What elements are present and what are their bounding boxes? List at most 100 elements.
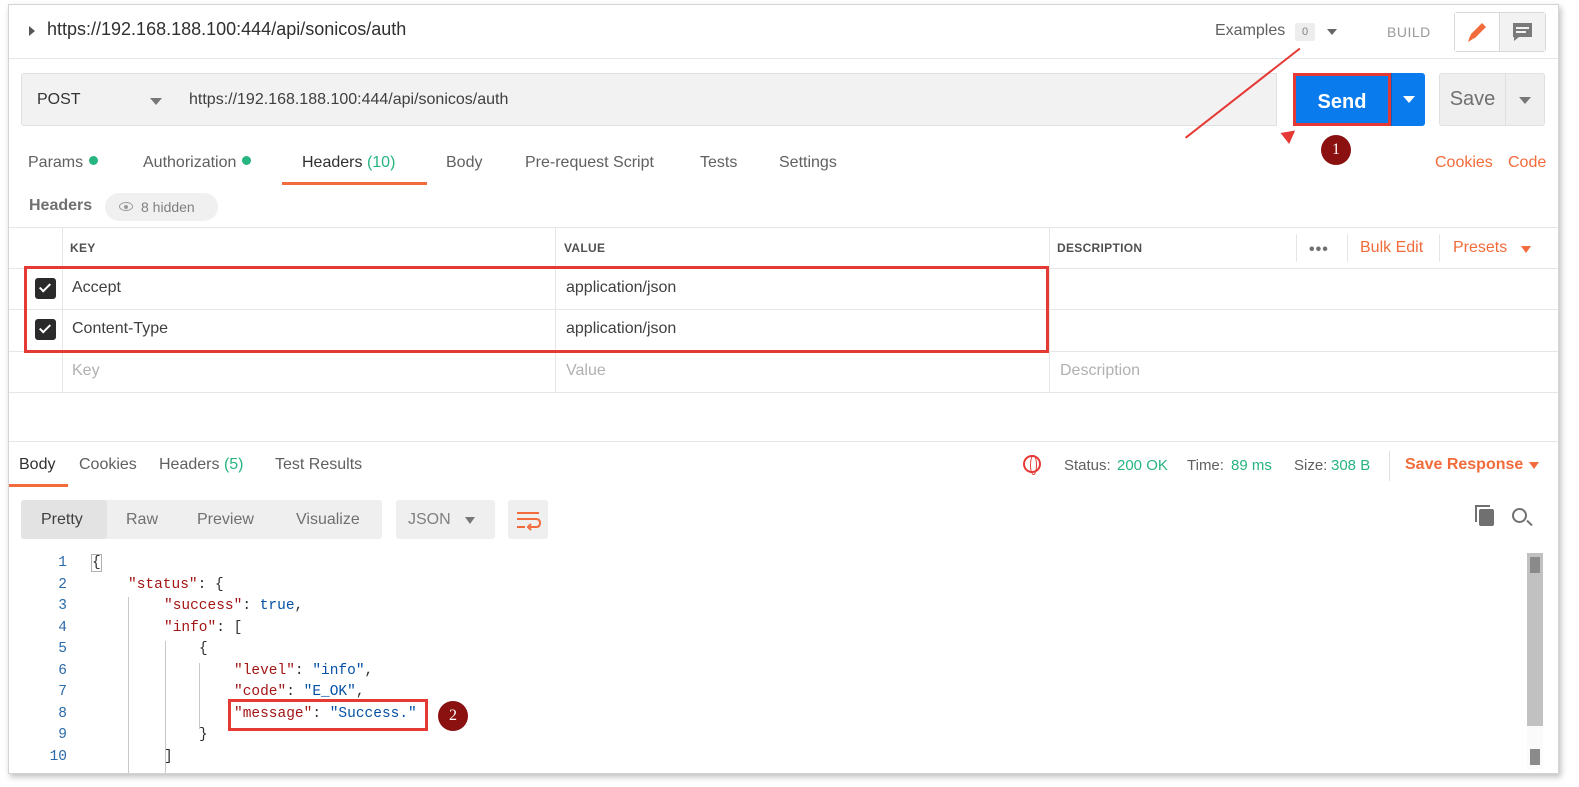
line-number: 3: [58, 598, 67, 614]
examples-button[interactable]: Examples: [1215, 22, 1285, 40]
more-options-icon[interactable]: •••: [1309, 241, 1329, 259]
column-divider: [1049, 227, 1050, 392]
scrollbar-thumb[interactable]: [1527, 553, 1543, 726]
status-dot: [89, 156, 99, 165]
column-divider: [1439, 234, 1440, 262]
line-number: 5: [58, 641, 67, 657]
annotation-badge-2: 2: [438, 701, 468, 731]
send-button[interactable]: Send: [1293, 73, 1391, 126]
tab-settings[interactable]: Settings: [779, 154, 837, 172]
time-label: Time:: [1187, 457, 1224, 474]
format-preview[interactable]: Preview: [197, 511, 254, 529]
new-description-input[interactable]: Description: [1060, 362, 1140, 380]
response-tab-headers[interactable]: Headers (5): [159, 456, 244, 474]
tab-tests[interactable]: Tests: [700, 154, 737, 172]
line-number: 6: [58, 663, 67, 679]
indent-guide: [199, 663, 200, 729]
headers-section-title: Headers: [29, 197, 93, 214]
edit-mode-button[interactable]: [1455, 13, 1500, 51]
code-line: "code": "E_OK",: [234, 684, 365, 700]
tab-label: Headers: [302, 154, 363, 171]
indent-guide: [128, 597, 129, 773]
chevron-down-icon[interactable]: [1529, 462, 1539, 469]
tab-params[interactable]: Params: [28, 154, 99, 172]
column-divider: [1296, 234, 1297, 262]
annotation-highlight-box: [24, 266, 1049, 353]
annotation-badge-1: 1: [1321, 135, 1351, 165]
response-body-editor[interactable]: 1 2 3 4 5 6 7 8 9 10 { "status": { "succ…: [9, 553, 1524, 773]
line-number: 10: [49, 749, 67, 765]
new-value-input[interactable]: Value: [566, 362, 606, 380]
scrollbar-arrow-down[interactable]: [1530, 749, 1540, 765]
save-options-button[interactable]: [1505, 73, 1545, 126]
json-value: "E_OK": [303, 684, 356, 700]
annotation-arrow-head: [1280, 124, 1300, 145]
request-title[interactable]: https://192.168.188.100:444/api/sonicos/…: [47, 19, 406, 40]
save-response-button[interactable]: Save Response: [1405, 456, 1523, 474]
tab-pre-request-script[interactable]: Pre-request Script: [525, 154, 654, 172]
table-divider: [9, 227, 1558, 228]
chevron-down-icon: [465, 517, 475, 524]
code-line: {: [199, 641, 208, 657]
tab-count: (10): [366, 154, 396, 171]
postman-window: https://192.168.188.100:444/api/sonicos/…: [8, 4, 1559, 774]
language-select[interactable]: JSON: [396, 500, 495, 539]
response-tab-body[interactable]: Body: [19, 456, 55, 474]
json-key: "info": [164, 620, 217, 636]
status-dot: [242, 156, 252, 165]
code-line: "status": {: [128, 577, 224, 593]
copy-icon[interactable]: [1475, 505, 1494, 526]
globe-warning-icon[interactable]: [1023, 455, 1041, 475]
url-input[interactable]: https://192.168.188.100:444/api/sonicos/…: [176, 73, 1277, 126]
tab-count: (5): [223, 456, 244, 473]
wrap-lines-button[interactable]: [508, 500, 548, 539]
response-format-tabs: Pretty Raw Preview Visualize: [21, 500, 382, 539]
method-label: POST: [37, 91, 81, 108]
code-line: {: [91, 554, 102, 572]
line-number: 4: [58, 620, 67, 636]
chevron-down-icon: [1521, 246, 1531, 253]
chevron-down-icon[interactable]: [1327, 29, 1337, 35]
scrollbar-arrow-up[interactable]: [1530, 557, 1540, 573]
response-tab-test-results[interactable]: Test Results: [275, 456, 362, 474]
search-icon[interactable]: [1512, 508, 1527, 523]
format-pretty[interactable]: Pretty: [41, 511, 83, 529]
format-visualize[interactable]: Visualize: [296, 511, 360, 529]
tab-authorization[interactable]: Authorization: [143, 154, 252, 172]
comment-icon: [1513, 23, 1532, 41]
response-tab-cookies[interactable]: Cookies: [79, 456, 137, 474]
build-label[interactable]: BUILD: [1387, 24, 1431, 40]
comment-mode-button[interactable]: [1500, 13, 1545, 51]
hidden-headers-toggle[interactable]: 8 hidden: [105, 193, 218, 221]
code-line: "level": "info",: [234, 663, 374, 679]
tab-body[interactable]: Body: [446, 154, 482, 172]
method-select[interactable]: POST: [21, 73, 177, 126]
hidden-headers-label: 8 hidden: [141, 199, 195, 215]
caret-right-icon[interactable]: [29, 26, 35, 36]
matched-brace: {: [91, 554, 102, 572]
column-header-description: DESCRIPTION: [1057, 241, 1143, 255]
json-key: "status": [128, 577, 198, 593]
column-header-key: KEY: [70, 241, 96, 255]
code-link[interactable]: Code: [1508, 154, 1546, 172]
new-key-input[interactable]: Key: [72, 362, 100, 380]
active-tab-indicator: [282, 182, 427, 185]
format-raw[interactable]: Raw: [126, 511, 158, 529]
send-options-button[interactable]: [1391, 73, 1425, 126]
eye-icon: [119, 202, 133, 211]
presets-dropdown[interactable]: Presets: [1453, 239, 1507, 257]
tab-label: Authorization: [143, 154, 237, 171]
code-line: "info": [: [164, 620, 243, 636]
cookies-link[interactable]: Cookies: [1435, 154, 1493, 172]
wrap-lines-icon: [517, 512, 542, 531]
status-value: 200 OK: [1117, 457, 1168, 474]
json-key: "level": [234, 663, 295, 679]
status-label: Status:: [1064, 457, 1111, 474]
tab-headers[interactable]: Headers (10): [302, 154, 395, 172]
json-value: "info": [312, 663, 365, 679]
bulk-edit-link[interactable]: Bulk Edit: [1360, 239, 1423, 257]
active-tab-indicator: [9, 484, 68, 487]
line-number: 9: [58, 727, 67, 743]
save-button[interactable]: Save: [1439, 73, 1506, 126]
chevron-down-icon: [1403, 96, 1415, 103]
